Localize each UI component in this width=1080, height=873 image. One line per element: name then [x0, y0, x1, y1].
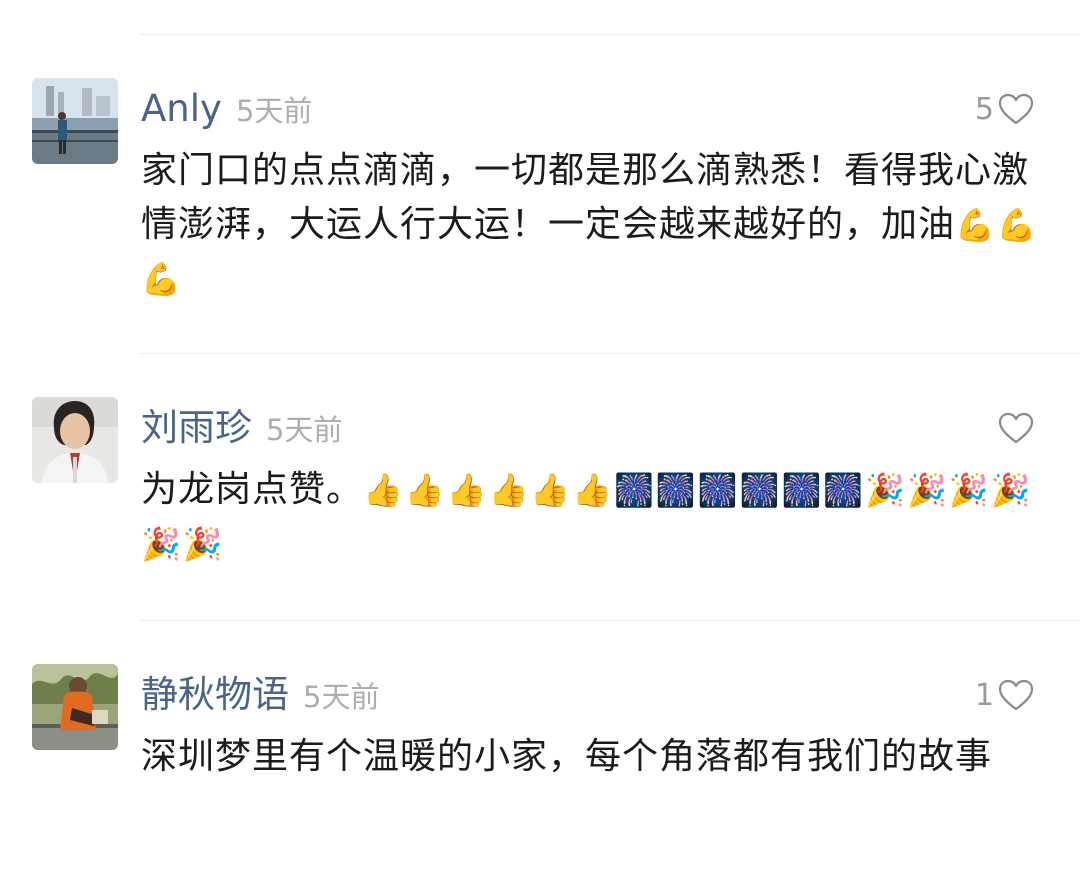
comment-divider — [140, 620, 1080, 621]
heart-outline-icon[interactable] — [998, 412, 1034, 444]
timestamp: 5天前 — [266, 413, 343, 447]
comment-text: 为龙岗点赞。👍👍👍👍👍👍🎆🎆🎆🎆🎆🎆🎉🎉🎉🎉🎉🎉 — [141, 463, 1046, 571]
comment-meta: 刘雨珍 5天前 — [141, 397, 342, 459]
username[interactable]: 静秋物语 — [141, 664, 289, 726]
like-button[interactable] — [994, 397, 1034, 459]
comment-body: 深圳梦里有个温暖的小家，每个角落都有我们的故事 — [141, 736, 993, 777]
avatar[interactable] — [32, 78, 118, 164]
like-button[interactable]: 5 — [975, 78, 1034, 140]
comment-text: 家门口的点点滴滴，一切都是那么滴熟悉！看得我心激情澎湃，大运人行大运！一定会越来… — [141, 144, 1046, 306]
comment-text: 深圳梦里有个温暖的小家，每个角落都有我们的故事 — [141, 730, 1046, 784]
top-divider — [140, 34, 1080, 35]
comment-body: 家门口的点点滴滴，一切都是那么滴熟悉！看得我心激情澎湃，大运人行大运！一定会越来… — [141, 150, 1030, 245]
comment-body: 为龙岗点赞。 — [141, 469, 364, 510]
heart-outline-icon[interactable] — [998, 679, 1034, 711]
comment-meta: 静秋物语 5天前 — [141, 664, 379, 726]
timestamp: 5天前 — [235, 94, 313, 128]
comment-meta: Anly 5天前 — [141, 78, 312, 140]
like-button[interactable]: 1 — [975, 664, 1034, 726]
heart-outline-icon[interactable] — [998, 93, 1034, 125]
comment-divider — [140, 353, 1080, 354]
username[interactable]: 刘雨珍 — [141, 397, 252, 459]
timestamp: 5天前 — [303, 680, 380, 714]
avatar[interactable] — [32, 397, 118, 483]
like-count: 1 — [974, 677, 994, 713]
avatar[interactable] — [32, 664, 118, 750]
like-count: 5 — [974, 91, 994, 127]
username[interactable]: Anly — [141, 78, 222, 140]
